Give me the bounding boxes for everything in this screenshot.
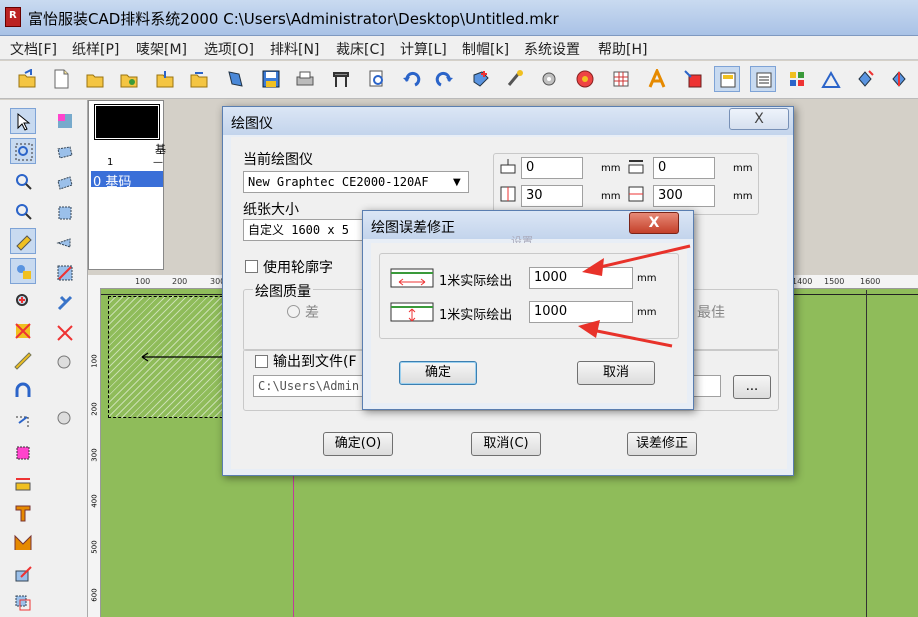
annotation-arrows — [578, 244, 691, 348]
annotation-arrow-1-icon — [582, 258, 604, 276]
annotation-arrow-2-icon — [578, 320, 600, 338]
